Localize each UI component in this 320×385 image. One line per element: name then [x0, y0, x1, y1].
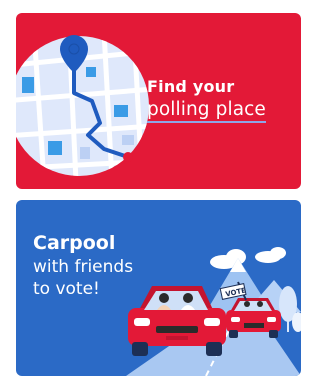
car-icon	[128, 286, 226, 356]
route-map-icon	[16, 35, 149, 176]
carpool-card[interactable]: VOTE Carpool with friends to vote!	[16, 200, 301, 376]
carpool-line-3: to vote!	[33, 279, 100, 299]
carpool-line-2: with friends	[33, 257, 134, 277]
carpool-title: Carpool with friends to vote!	[33, 230, 133, 300]
cloud-icon	[210, 247, 286, 269]
polling-title: Find your polling place	[147, 77, 266, 123]
carpool-heading: Carpool	[33, 232, 116, 254]
polling-title-line1: Find your	[147, 77, 235, 96]
polling-title-link[interactable]: polling place	[147, 99, 266, 123]
polling-place-card[interactable]: Find your polling place	[16, 13, 301, 189]
